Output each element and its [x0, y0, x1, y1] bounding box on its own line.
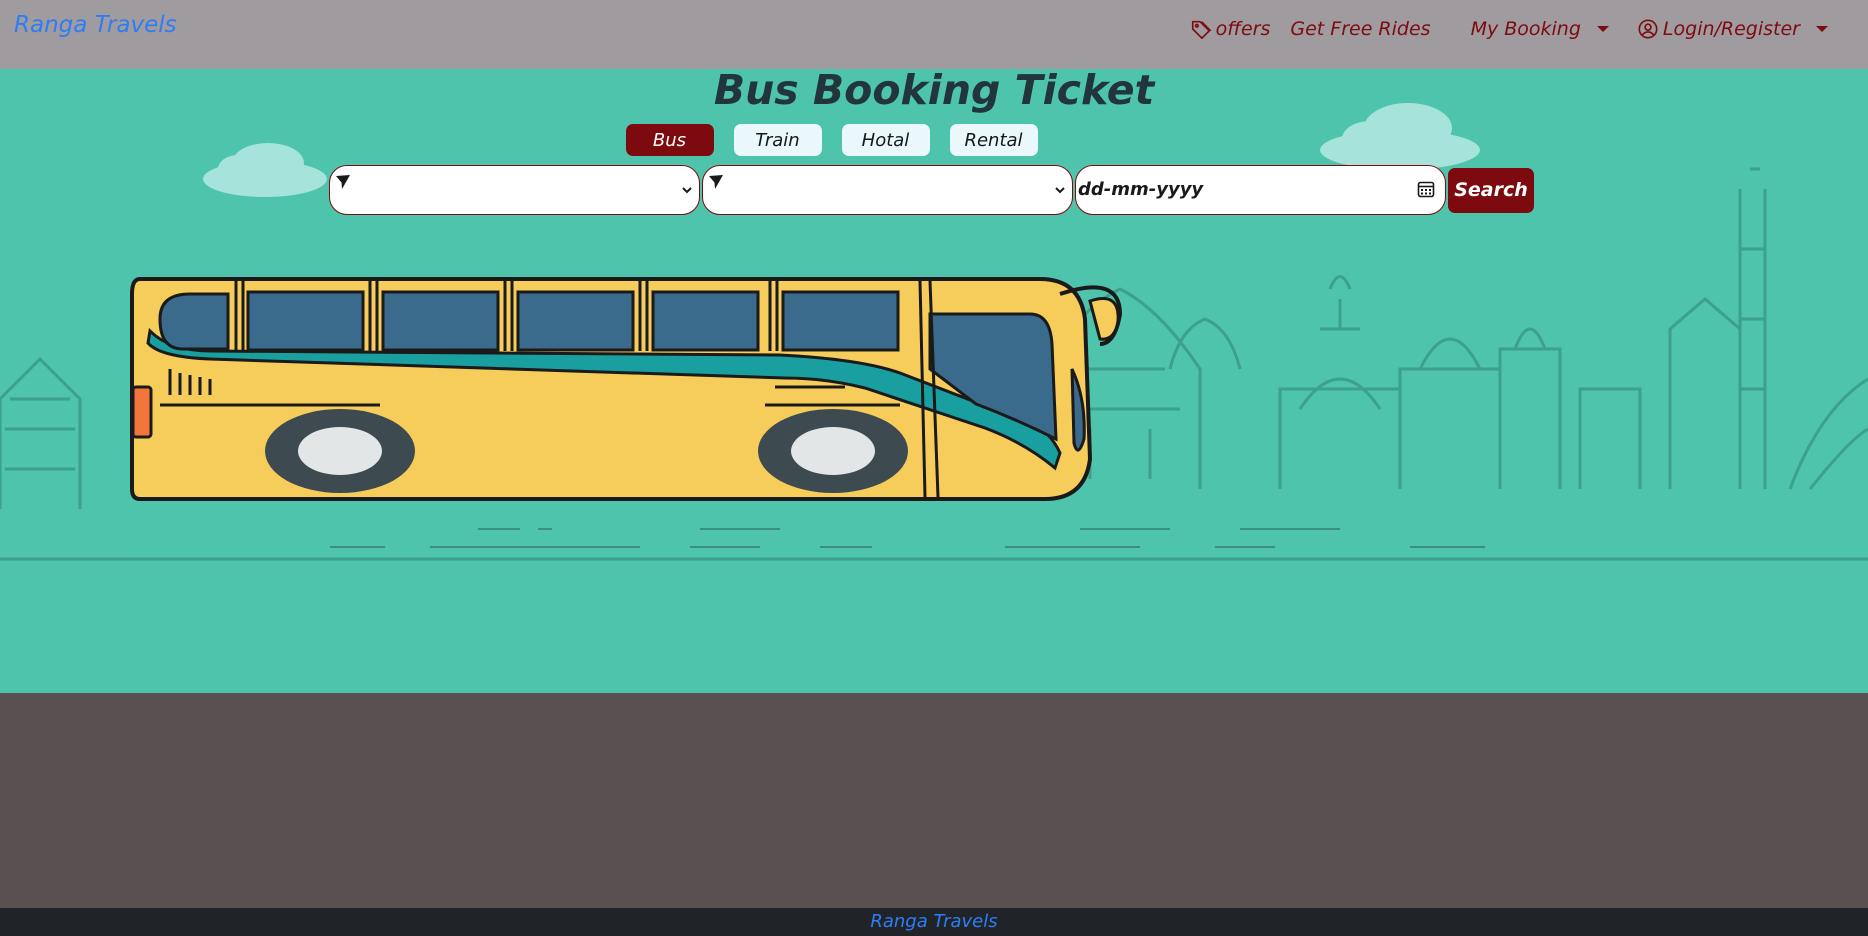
nav-login-dropdown[interactable]: Login/Register: [1637, 18, 1828, 40]
nav-free-rides-label: Get Free Rides: [1290, 18, 1431, 40]
nav-offers-label: offers: [1215, 18, 1271, 40]
nav-login-label: Login/Register: [1662, 18, 1800, 40]
tab-rental[interactable]: Rental: [949, 124, 1038, 156]
caret-down-icon: [1816, 26, 1828, 32]
footer: Ranga Travels: [0, 908, 1868, 936]
nav-offers-link[interactable]: offers: [1190, 18, 1271, 40]
nav-my-booking-label: My Booking: [1470, 18, 1581, 40]
tag-icon: [1191, 20, 1212, 39]
tab-train[interactable]: Train: [733, 124, 822, 156]
date-field[interactable]: [1075, 165, 1446, 215]
content-area: [0, 693, 1868, 908]
caret-down-icon: [1596, 26, 1609, 32]
date-input[interactable]: [1076, 166, 1398, 212]
top-navbar: Ranga Travels offers Get Free Rides My B…: [0, 0, 1868, 69]
nav-free-rides-link[interactable]: Get Free Rides: [1290, 18, 1430, 40]
brand-link[interactable]: Ranga Travels: [14, 12, 177, 38]
nav-my-booking-dropdown[interactable]: My Booking: [1471, 18, 1609, 40]
footer-brand[interactable]: Ranga Travels: [870, 911, 997, 932]
page-title: Bus Booking Ticket: [713, 69, 1155, 114]
calendar-icon[interactable]: [1417, 180, 1435, 198]
nav-links: offers Get Free Rides My Booking Login/R…: [1190, 18, 1828, 40]
search-button[interactable]: Search: [1448, 167, 1534, 213]
tab-bus[interactable]: Bus: [625, 124, 714, 156]
tab-hotal[interactable]: Hotal: [841, 124, 930, 156]
to-select[interactable]: [702, 165, 1073, 215]
search-form: Search: [329, 165, 1534, 215]
bus-illustration: [0, 103, 1868, 561]
user-circle-icon: [1638, 19, 1658, 39]
hero-banner: Bus Booking Ticket Bus Train Hotal Renta…: [0, 69, 1868, 693]
booking-type-tabs: Bus Train Hotal Rental: [0, 124, 1868, 156]
from-select[interactable]: [329, 165, 700, 215]
